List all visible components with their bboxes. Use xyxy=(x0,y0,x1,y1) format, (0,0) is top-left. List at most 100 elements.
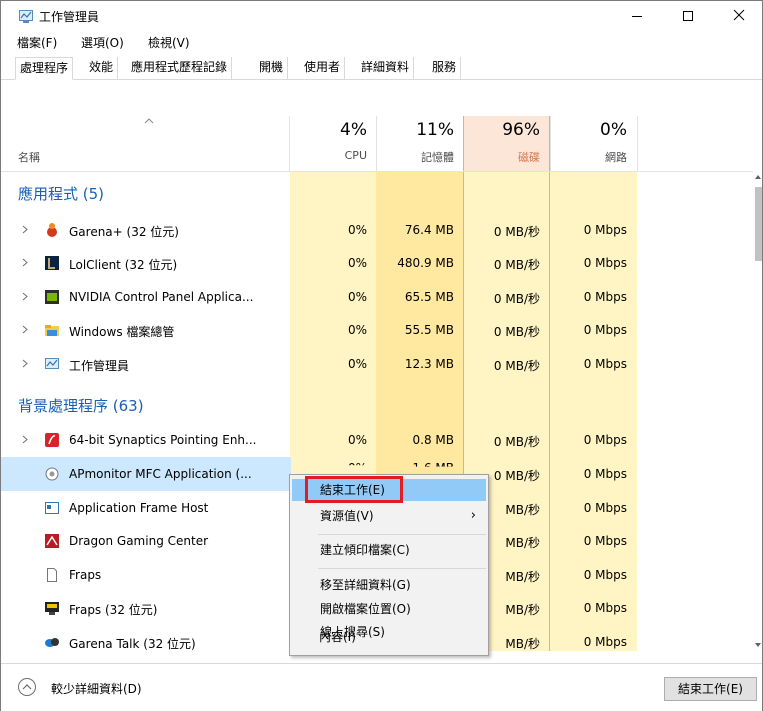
cpu-value: 0% xyxy=(347,433,367,447)
header-separator xyxy=(289,116,290,171)
memory-header-pct[interactable]: 11% xyxy=(388,120,454,140)
header-separator xyxy=(550,116,551,171)
menu-separator xyxy=(318,568,486,569)
fewer-details-label: 較少詳細資料(D) xyxy=(51,682,142,696)
menu-item-go-to-details[interactable]: 移至詳細資料(G) xyxy=(292,574,486,596)
chevron-right-icon[interactable] xyxy=(22,325,28,334)
minimize-button[interactable] xyxy=(614,1,660,31)
disk-value: 0 MB/秒 xyxy=(493,359,540,373)
minimize-icon xyxy=(632,16,642,17)
taskmgr-icon xyxy=(45,358,59,369)
menu-item-label: 資源值(V) xyxy=(320,509,374,523)
bottom-bar: 較少詳細資料(D) 結束工作(E) xyxy=(1,663,762,711)
header-separator xyxy=(376,116,377,171)
chevron-right-icon: › xyxy=(470,508,476,523)
network-header-label[interactable]: 網路 xyxy=(561,149,627,165)
table-row[interactable]: NVIDIA Control Panel Applica... 0% 65.5 … xyxy=(1,280,753,314)
table-row[interactable]: LolClient (32 位元) 0% 480.9 MB 0 MB/秒 0 M… xyxy=(1,246,753,280)
process-name: LolClient (32 位元) xyxy=(69,258,178,272)
memory-value: 1.6 MB xyxy=(412,461,454,475)
network-header-pct[interactable]: 0% xyxy=(561,120,627,140)
chevron-right-icon[interactable] xyxy=(22,359,28,368)
process-name: NVIDIA Control Panel Applica... xyxy=(69,290,254,304)
process-name: 64-bit Synaptics Pointing Enh... xyxy=(69,433,257,447)
network-value: 0 Mbps xyxy=(583,635,627,649)
cpu-header-label[interactable]: CPU xyxy=(301,149,367,162)
chevron-right-icon[interactable] xyxy=(22,292,28,301)
scroll-down-icon[interactable] xyxy=(754,642,762,648)
tab-performance[interactable]: 效能 xyxy=(85,57,119,79)
garena-talk-icon xyxy=(45,638,59,647)
tab-startup[interactable]: 開機 xyxy=(255,57,289,79)
process-name: Fraps (32 位元) xyxy=(69,603,158,617)
disk-header-label[interactable]: 磁碟 xyxy=(474,149,540,165)
process-name: Garena+ (32 位元) xyxy=(69,225,179,239)
cpu-value: 0% xyxy=(347,323,367,337)
tab-processes[interactable]: 處理程序 xyxy=(15,57,74,80)
tab-app-history[interactable]: 應用程式歷程記錄 xyxy=(127,57,233,79)
network-value: 0 Mbps xyxy=(583,223,627,237)
scrollbar-thumb[interactable] xyxy=(755,187,762,261)
menu-item-open-file-location[interactable]: 開啟檔案位置(O) xyxy=(292,598,486,620)
table-row[interactable]: 工作管理員 0% 12.3 MB 0 MB/秒 0 Mbps xyxy=(1,347,753,381)
network-value: 0 Mbps xyxy=(583,433,627,447)
process-name: Application Frame Host xyxy=(69,501,209,515)
table-row[interactable]: 64-bit Synaptics Pointing Enh... 0% 0.8 … xyxy=(1,423,753,457)
disk-value: 0 MB/秒 xyxy=(493,292,540,306)
appframe-icon xyxy=(45,502,59,514)
menu-file[interactable]: 檔案(F) xyxy=(17,34,57,51)
memory-value: 65.5 MB xyxy=(404,290,454,304)
menu-item-create-dump[interactable]: 建立傾印檔案(C) xyxy=(292,539,486,561)
group-apps-title[interactable]: 應用程式 (5) xyxy=(18,183,104,204)
close-button[interactable] xyxy=(716,1,762,31)
scroll-up-icon[interactable] xyxy=(754,174,762,180)
menu-item-properties-label[interactable]: 內容(I) xyxy=(319,628,356,645)
network-value: 0 Mbps xyxy=(583,601,627,615)
menu-options[interactable]: 選項(O) xyxy=(81,34,124,51)
chevron-right-icon[interactable] xyxy=(22,435,28,444)
title-bar[interactable]: 工作管理員 xyxy=(1,1,762,31)
cpu-value: 0% xyxy=(347,256,367,270)
disk-value: 0 MB/秒 xyxy=(493,435,540,449)
table-row[interactable]: Windows 檔案總管 0% 55.5 MB 0 MB/秒 0 Mbps xyxy=(1,313,753,347)
tab-bar-line xyxy=(1,79,762,80)
chevron-right-icon[interactable] xyxy=(22,225,28,234)
dragon-icon xyxy=(45,534,59,548)
memory-header-label[interactable]: 記憶體 xyxy=(388,149,454,165)
disk-header-pct[interactable]: 96% xyxy=(474,120,540,140)
folder-icon xyxy=(45,325,59,336)
process-name: APmonitor MFC Application (... xyxy=(69,467,252,481)
chevron-right-icon[interactable] xyxy=(22,258,28,267)
network-value: 0 Mbps xyxy=(583,256,627,270)
table-row[interactable]: Garena+ (32 位元) 0% 76.4 MB 0 MB/秒 0 Mbps xyxy=(1,213,753,247)
memory-value: 480.9 MB xyxy=(397,256,454,270)
memory-value: 0.8 MB xyxy=(412,433,454,447)
network-value: 0 Mbps xyxy=(583,568,627,582)
network-value: 0 Mbps xyxy=(583,501,627,515)
file-icon xyxy=(47,568,57,582)
process-name: Windows 檔案總管 xyxy=(69,325,175,339)
highlight-box xyxy=(305,476,403,503)
end-task-button[interactable]: 結束工作(E) xyxy=(664,677,757,701)
cpu-value: 0% xyxy=(347,461,367,475)
close-icon xyxy=(733,9,745,21)
column-header-name[interactable]: 名稱 xyxy=(18,149,40,165)
window-title: 工作管理員 xyxy=(39,10,100,24)
sort-up-icon xyxy=(144,118,154,124)
cpu-value: 0% xyxy=(347,223,367,237)
group-background-title[interactable]: 背景處理程序 (63) xyxy=(18,395,144,416)
tab-users[interactable]: 使用者 xyxy=(300,57,346,79)
maximize-button[interactable] xyxy=(665,1,711,31)
process-name: Fraps xyxy=(69,568,102,582)
cpu-header-pct[interactable]: 4% xyxy=(301,120,367,140)
disk-value: 0 MB/秒 xyxy=(493,258,540,272)
tab-details[interactable]: 詳細資料 xyxy=(357,57,415,79)
process-name: 工作管理員 xyxy=(69,359,130,373)
menu-view[interactable]: 檢視(V) xyxy=(148,34,190,51)
task-manager-window: 工作管理員 檔案(F) 選項(O) 檢視(V) 處理程序 效能 應用程式歷程記錄… xyxy=(0,0,763,711)
memory-value: 12.3 MB xyxy=(404,357,454,371)
apmonitor-icon xyxy=(45,467,59,481)
tab-services[interactable]: 服務 xyxy=(428,57,462,79)
cpu-value: 0% xyxy=(347,357,367,371)
menu-item-resource-values[interactable]: 資源值(V) › xyxy=(292,505,486,527)
